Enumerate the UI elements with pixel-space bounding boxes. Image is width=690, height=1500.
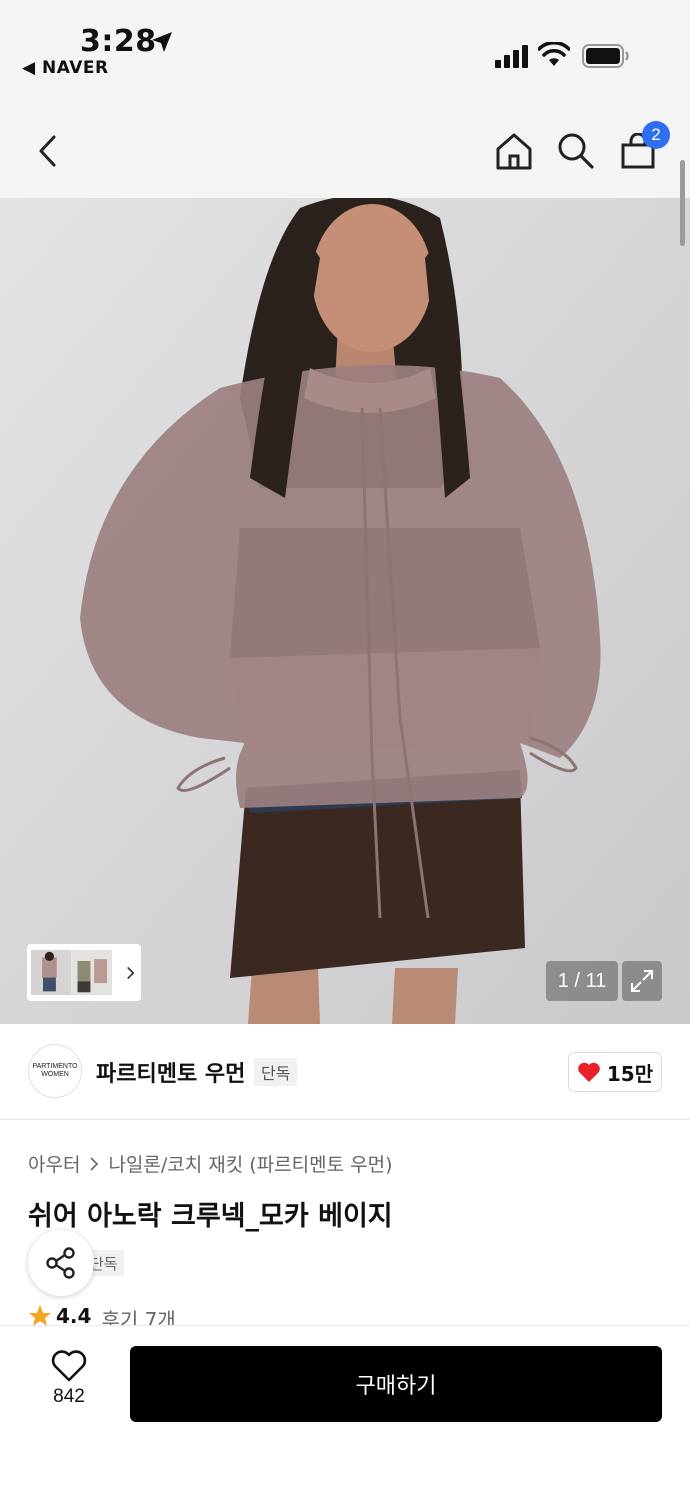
breadcrumb-chevron-icon <box>90 1156 99 1171</box>
location-arrow-icon <box>152 32 172 52</box>
status-time: 3:28 <box>80 24 157 59</box>
wishlist-button[interactable]: 842 <box>36 1350 102 1420</box>
expand-icon <box>631 970 653 992</box>
brand-like-button[interactable]: 15만 <box>568 1052 662 1092</box>
wishlist-count: 842 <box>53 1386 85 1407</box>
exclusive-badge: 단독 <box>254 1058 298 1086</box>
product-photo <box>0 198 690 1024</box>
thumbnail-strip[interactable] <box>27 944 141 1001</box>
bottom-action-bar: 842 구매하기 <box>0 1325 690 1500</box>
breadcrumb: 아우터 나일론/코치 재킷 (파르티멘토 우먼) <box>28 1150 393 1177</box>
cart-count-badge: 2 <box>642 121 670 149</box>
top-navbar: 2 <box>0 100 690 198</box>
home-icon <box>496 133 532 170</box>
wifi-icon <box>538 42 570 66</box>
rating-score: 4.4 <box>56 1304 92 1326</box>
rating-row[interactable]: 4.4 후기 7개 <box>28 1304 176 1326</box>
signal-icon <box>495 45 528 68</box>
thumbnail-image-1[interactable] <box>31 948 72 997</box>
breadcrumb-item-category[interactable]: 아우터 <box>28 1150 80 1177</box>
product-title: 쉬어 아노락 크루넥_모카 베이지 <box>28 1201 393 1232</box>
brand-logo[interactable]: PARTIMENTO WOMEN <box>28 1044 82 1098</box>
expand-image-button[interactable] <box>622 961 662 1001</box>
back-button[interactable] <box>24 127 72 175</box>
brand-like-count: 15만 <box>606 1061 654 1086</box>
search-button[interactable] <box>552 127 600 175</box>
brand-logo-line1: PARTIMENTO <box>32 1063 78 1070</box>
battery-icon <box>582 44 629 68</box>
product-image-gallery[interactable]: 1 / 11 <box>0 198 690 1024</box>
breadcrumb-item-subcategory[interactable]: 나일론/코치 재킷 (파르티멘토 우먼) <box>108 1150 392 1177</box>
back-chevron-icon <box>39 135 56 167</box>
brand-name[interactable]: 파르티멘토 우먼 <box>96 1056 245 1088</box>
image-counter: 1 / 11 <box>546 961 618 1001</box>
thumbnail-next-chevron-icon <box>127 966 135 979</box>
page-scrollbar[interactable] <box>680 160 685 246</box>
heart-icon <box>578 1062 600 1082</box>
thumbnail-image-2[interactable] <box>71 948 113 997</box>
review-count-link[interactable]: 후기 7개 <box>101 1304 175 1326</box>
brand-logo-line2: WOMEN <box>41 1071 69 1078</box>
buy-button[interactable]: 구매하기 <box>130 1346 662 1422</box>
share-icon <box>46 1247 75 1279</box>
share-button[interactable] <box>28 1230 94 1296</box>
wish-heart-icon <box>51 1350 87 1382</box>
cart-button[interactable]: 2 <box>614 121 670 175</box>
brand-row: PARTIMENTO WOMEN 파르티멘토 우먼 단독 15만 <box>0 1024 690 1120</box>
home-button[interactable] <box>490 127 538 175</box>
search-icon <box>558 133 594 169</box>
back-to-app-link[interactable]: ◀ NAVER <box>22 58 109 78</box>
status-bar: 3:28 ◀ NAVER <box>0 0 690 100</box>
star-icon <box>29 1305 51 1326</box>
